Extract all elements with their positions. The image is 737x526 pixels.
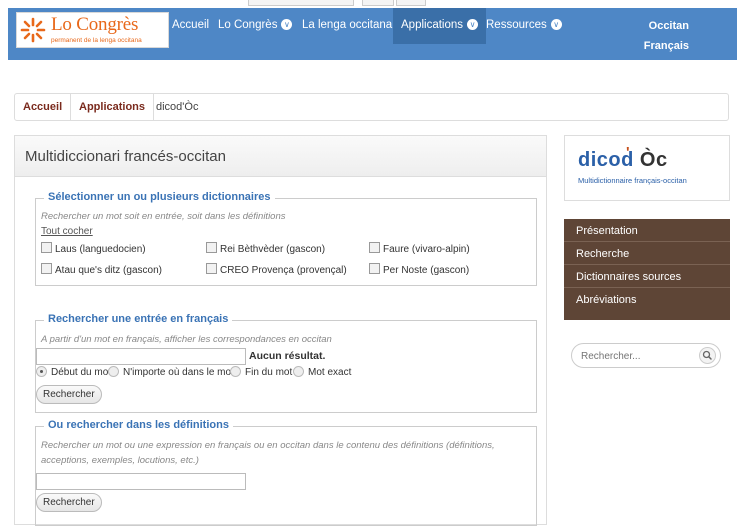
entry-search-button[interactable]: Rechercher [36, 385, 102, 404]
radio-icon[interactable] [230, 366, 241, 377]
sidebar-search-input[interactable] [581, 350, 691, 362]
radio-selected-icon[interactable] [36, 366, 47, 377]
checkbox-label: Per Noste (gascon) [383, 265, 470, 276]
dictionary-select-fieldset: Sélectionner un ou plusieurs dictionnair… [35, 191, 537, 286]
nav-la-lenga-label: La lenga occitana [302, 19, 393, 31]
checkbox-rei-bethveder[interactable]: Rei Bèthvèder (gascon) [206, 242, 325, 255]
congres-logo-icon [20, 17, 46, 43]
checkbox-laus[interactable]: Laus (languedocien) [41, 242, 146, 255]
nav-ressources-label: Ressources [486, 19, 547, 31]
search-button[interactable] [699, 347, 716, 364]
nav-lo-congres-label: Lo Congrès [218, 19, 278, 31]
nav-applications[interactable]: Applications ∨ [393, 8, 487, 44]
nav-accueil-label: Accueil [172, 19, 210, 31]
radio-label: N'importe où dans le mot [123, 367, 234, 378]
top-tab [362, 0, 394, 6]
checkbox-atau-ques-ditz[interactable]: Atau que's ditz (gascon) [41, 263, 162, 276]
breadcrumb-applications[interactable]: Applications [71, 94, 155, 120]
checkbox-label: Laus (languedocien) [55, 244, 146, 255]
nav-ressources[interactable]: Ressources ∨ [486, 8, 562, 44]
checkbox-box[interactable] [369, 263, 380, 274]
checkbox-creo-provenca[interactable]: CREO Provença (provençal) [206, 263, 347, 276]
top-tab [248, 0, 354, 6]
checkbox-per-noste[interactable]: Per Noste (gascon) [369, 263, 469, 276]
page-title: Multidiccionari francés-occitan [15, 136, 546, 177]
nav-accueil[interactable]: Accueil [172, 8, 209, 44]
chevron-down-icon: ∨ [467, 19, 479, 31]
check-all-link[interactable]: Tout cocher [41, 226, 93, 237]
side-menu-dictionnaires-sources[interactable]: Dictionnaires sources [564, 265, 730, 288]
checkbox-label: Atau que's ditz (gascon) [55, 265, 162, 276]
logo-title: Lo Congrès [51, 14, 139, 35]
definition-search-button[interactable]: Rechercher [36, 493, 102, 512]
radio-mot-exact[interactable]: Mot exact [293, 366, 351, 379]
radio-icon[interactable] [293, 366, 304, 377]
definition-search-input[interactable] [36, 473, 246, 490]
dictionary-select-hint: Rechercher un mot soit en entrée, soit d… [41, 211, 286, 222]
main-panel: Multidiccionari francés-occitan Sélectio… [14, 135, 547, 526]
checkbox-box[interactable] [41, 263, 52, 274]
radio-label: Mot exact [308, 367, 352, 378]
breadcrumb-current: dicod'Òc [156, 101, 199, 113]
nav-lo-congres[interactable]: Lo Congrès ∨ [218, 8, 293, 44]
top-tab [396, 0, 426, 6]
logo-subtitle: permanent de la lenga occitana [51, 37, 142, 44]
entry-search-legend: Rechercher une entrée en français [44, 313, 233, 325]
radio-fin-du-mot[interactable]: Fin du mot [230, 366, 292, 379]
checkbox-label: Rei Bèthvèder (gascon) [220, 244, 326, 255]
side-menu-recherche[interactable]: Recherche [564, 242, 730, 265]
lang-occitan[interactable]: Occitan [649, 20, 689, 32]
radio-label: Début du mot [51, 367, 112, 378]
breadcrumb-accueil[interactable]: Accueil [15, 94, 72, 120]
side-menu: Présentation Recherche Dictionnaires sou… [564, 219, 730, 320]
dicodoc-apostrophe: ' [626, 144, 630, 161]
entry-search-hint: A partir d'un mot en français, afficher … [41, 334, 332, 345]
definition-search-fieldset: Ou rechercher dans les définitions Reche… [35, 419, 537, 526]
checkbox-box[interactable] [206, 242, 217, 253]
chevron-down-icon: ∨ [550, 19, 562, 31]
dictionary-select-legend: Sélectionner un ou plusieurs dictionnair… [44, 191, 275, 203]
top-navbar: Lo Congrès permanent de la lenga occitan… [8, 8, 737, 60]
radio-icon[interactable] [108, 366, 119, 377]
checkbox-label: CREO Provença (provençal) [220, 265, 347, 276]
nav-la-lenga-occitana[interactable]: La lenga occitana [302, 8, 392, 44]
checkbox-label: Faure (vivaro-alpin) [383, 244, 470, 255]
side-menu-abreviations[interactable]: Abréviations [564, 288, 730, 310]
radio-debut-du-mot[interactable]: Début du mot [36, 366, 111, 379]
chevron-down-icon: ∨ [281, 19, 293, 31]
side-menu-presentation[interactable]: Présentation [564, 219, 730, 242]
entry-search-input[interactable] [36, 348, 246, 365]
dicodoc-brand-box: dicod Òc ' Multidictionnaire français-oc… [564, 135, 730, 201]
radio-nimporte-ou[interactable]: N'importe où dans le mot [108, 366, 234, 379]
no-result-status: Aucun résultat. [249, 350, 326, 362]
breadcrumb: Accueil Applications dicod'Òc [14, 93, 729, 121]
entry-search-fieldset: Rechercher une entrée en français A part… [35, 313, 537, 413]
page-title-part1: Multidiccionari [25, 148, 121, 165]
nav-applications-label: Applications [401, 19, 464, 31]
dicodoc-subtitle: Multidictionnaire français-occitan [578, 176, 687, 185]
checkbox-box[interactable] [41, 242, 52, 253]
page-title-part2: francés-occitan [120, 148, 226, 165]
browser-top-strip [0, 0, 737, 6]
sidebar-search [571, 343, 721, 368]
checkbox-faure[interactable]: Faure (vivaro-alpin) [369, 242, 470, 255]
definition-search-hint: Rechercher un mot ou une expression en f… [41, 440, 495, 466]
dicodoc-logo: dicod Òc [578, 149, 668, 172]
lang-francais[interactable]: Français [644, 40, 689, 52]
radio-label: Fin du mot [245, 367, 293, 378]
checkbox-box[interactable] [369, 242, 380, 253]
search-icon [702, 350, 712, 360]
site-logo[interactable]: Lo Congrès permanent de la lenga occitan… [16, 12, 169, 48]
checkbox-box[interactable] [206, 263, 217, 274]
definition-search-legend: Ou rechercher dans les définitions [44, 419, 233, 431]
dicodoc-oc: Òc [639, 149, 668, 171]
